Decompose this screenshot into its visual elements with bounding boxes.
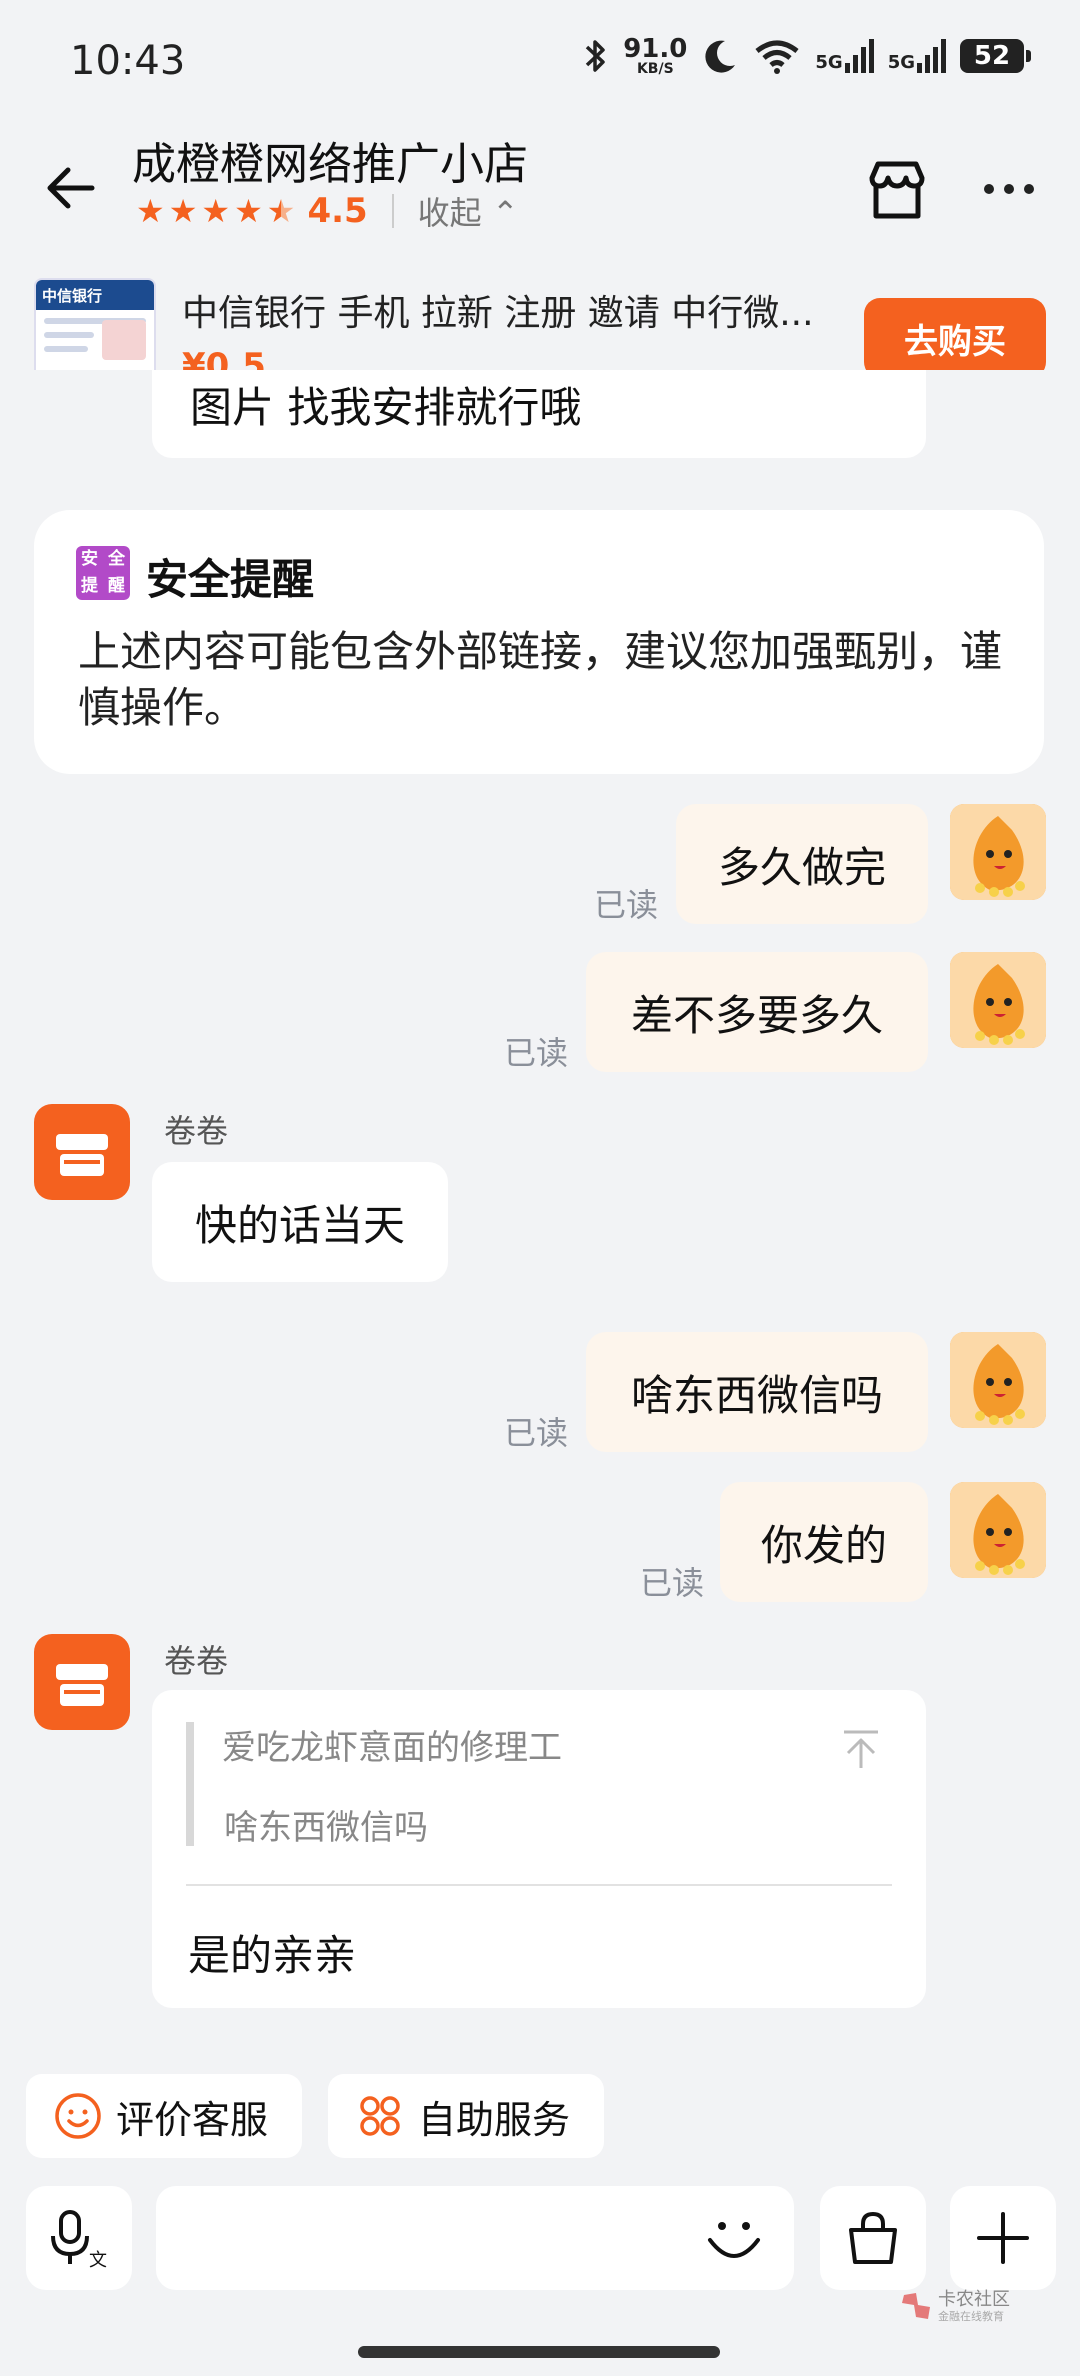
more-button[interactable] bbox=[984, 174, 1044, 204]
alert-body: 上述内容可能包含外部链接，建议您加强甄别，谨慎操作。 bbox=[78, 627, 1003, 732]
quick-action-label: 评价客服 bbox=[116, 2097, 269, 2142]
dot bbox=[984, 184, 994, 194]
chat-header: 成橙橙网络推广小店 ★ ★ ★ ★ ★ 4.5 收起 ⌃ bbox=[0, 126, 1080, 256]
rate-service-button[interactable]: 评价客服 bbox=[26, 2074, 302, 2158]
shop-rating: ★ ★ ★ ★ ★ 4.5 收起 ⌃ bbox=[136, 188, 519, 234]
watermark: 卡农社区 金融在线教育 bbox=[900, 2286, 1070, 2326]
user-avatar[interactable] bbox=[950, 1332, 1046, 1428]
shield-badge-icon: 安全 提醒 bbox=[76, 546, 130, 600]
shop-avatar[interactable] bbox=[34, 1634, 130, 1730]
mascot-avatar-icon bbox=[950, 1332, 1046, 1428]
read-status: 已读 bbox=[504, 1034, 569, 1072]
message-bubble-me[interactable]: 你发的 bbox=[720, 1482, 928, 1602]
quick-action-label: 自助服务 bbox=[418, 2097, 571, 2142]
alert-title: 安全提醒 bbox=[146, 555, 315, 604]
grid-circles-icon bbox=[360, 2096, 400, 2136]
moon-icon bbox=[705, 40, 736, 73]
read-status: 已读 bbox=[594, 886, 659, 924]
voice-input-button[interactable]: 文 bbox=[26, 2186, 132, 2290]
read-status: 已读 bbox=[504, 1414, 569, 1452]
network-speed: 91.0 KB/S bbox=[623, 34, 688, 77]
user-avatar[interactable] bbox=[950, 804, 1046, 900]
message-bubble-me[interactable]: 多久做完 bbox=[676, 804, 928, 924]
product-price: ¥0.5 bbox=[182, 346, 266, 370]
shop-name[interactable]: 成橙橙网络推广小店 bbox=[132, 128, 528, 192]
chevron-up-icon: ⌃ bbox=[481, 194, 519, 232]
product-title: 中信银行 手机 拉新 注册 邀请 中行微... bbox=[182, 293, 814, 334]
star-icon: ★ bbox=[234, 192, 263, 230]
rating-value: 4.5 bbox=[307, 191, 368, 231]
shopping-bag-icon bbox=[849, 2211, 897, 2264]
emoji-icon[interactable] bbox=[702, 2206, 766, 2270]
product-card[interactable]: 中信银行 中信银行 手机 拉新 注册 邀请 中行微... ¥0.5 去购买 bbox=[0, 270, 1080, 370]
star-icon: ★ bbox=[201, 192, 231, 230]
shop-avatar[interactable] bbox=[34, 1104, 130, 1200]
half-star-icon: ★ bbox=[266, 192, 296, 230]
watermark-name: 卡农社区 bbox=[938, 2288, 1010, 2310]
product-thumbnail: 中信银行 bbox=[34, 278, 156, 370]
input-bar: 文 bbox=[0, 2182, 1080, 2292]
watermark-logo-icon bbox=[902, 2293, 930, 2319]
back-button[interactable] bbox=[38, 156, 102, 220]
status-time: 10:43 bbox=[70, 38, 186, 84]
security-alert: 安全 提醒 安全提醒 上述内容可能包含外部链接，建议您加强甄别，谨慎操作。 bbox=[34, 510, 1044, 774]
message-input[interactable] bbox=[156, 2186, 794, 2290]
reply-text: 是的亲亲 bbox=[188, 1931, 357, 1980]
status-bar: 10:43 91.0 KB/S 5G 5G 52 bbox=[0, 0, 1080, 126]
mascot-avatar-icon bbox=[950, 1482, 1046, 1578]
thumb-brand: 中信银行 bbox=[36, 280, 154, 310]
message-bubble-shop[interactable]: 快的话当天 bbox=[152, 1162, 448, 1282]
mascot-avatar-icon bbox=[950, 804, 1046, 900]
quote-bar bbox=[186, 1722, 194, 1846]
status-icons: 91.0 KB/S 5G 5G 52 bbox=[583, 34, 1031, 77]
message-bubble-me[interactable]: 啥东西微信吗 bbox=[586, 1332, 928, 1452]
message-bubble-shop[interactable]: 图片 找我安排就行哦 bbox=[152, 370, 926, 458]
message-bubble-shop-quoted[interactable]: 爱吃龙虾意面的修理工 啥东西微信吗 是的亲亲 bbox=[152, 1690, 926, 2008]
shop-logo-icon bbox=[56, 1134, 108, 1176]
divider bbox=[391, 194, 394, 228]
jump-to-top-icon[interactable] bbox=[838, 1726, 884, 1772]
smile-circle-icon bbox=[55, 2093, 101, 2139]
signal-sim1: 5G bbox=[815, 39, 874, 73]
shop-logo-icon bbox=[56, 1664, 108, 1706]
signal-sim2: 5G bbox=[888, 39, 946, 73]
plus-icon bbox=[977, 2212, 1029, 2264]
self-service-button[interactable]: 自助服务 bbox=[328, 2074, 604, 2158]
store-icon bbox=[869, 161, 925, 219]
bluetooth-icon bbox=[586, 40, 605, 72]
divider bbox=[186, 1884, 892, 1886]
message-bubble-me[interactable]: 差不多要多久 bbox=[586, 952, 928, 1072]
dot bbox=[1024, 184, 1034, 194]
svg-text:文: 文 bbox=[89, 2250, 107, 2270]
read-status: 已读 bbox=[640, 1564, 705, 1602]
store-button[interactable] bbox=[862, 156, 932, 226]
sender-name: 卷卷 bbox=[164, 1642, 229, 1680]
star-icon: ★ bbox=[168, 192, 198, 230]
wifi-icon bbox=[755, 40, 799, 74]
order-bag-button[interactable] bbox=[820, 2186, 926, 2290]
dot bbox=[1004, 184, 1014, 194]
user-avatar[interactable] bbox=[950, 952, 1046, 1048]
quote-text: 啥东西微信吗 bbox=[224, 1808, 428, 1848]
more-actions-button[interactable] bbox=[950, 2186, 1056, 2290]
user-avatar[interactable] bbox=[950, 1482, 1046, 1578]
battery-icon: 52 bbox=[960, 39, 1031, 73]
home-indicator[interactable] bbox=[358, 2346, 720, 2358]
star-icon: ★ bbox=[136, 192, 165, 230]
quote-author: 爱吃龙虾意面的修理工 bbox=[222, 1728, 562, 1768]
collapse-toggle[interactable]: 收起 ⌃ bbox=[418, 188, 519, 234]
watermark-slogan: 金融在线教育 bbox=[938, 2309, 1004, 2323]
mascot-avatar-icon bbox=[950, 952, 1046, 1048]
rating-stars: ★ ★ ★ ★ ★ bbox=[136, 195, 295, 227]
sender-name: 卷卷 bbox=[164, 1112, 229, 1150]
chat-messages: 图片 找我安排就行哦 安全 提醒 安全提醒 上述内容可能包含外部链接，建议您加强… bbox=[0, 370, 1080, 2070]
buy-button[interactable]: 去购买 bbox=[864, 298, 1046, 370]
arrow-left-icon bbox=[47, 167, 95, 209]
mic-translate-icon: 文 bbox=[51, 2210, 107, 2270]
